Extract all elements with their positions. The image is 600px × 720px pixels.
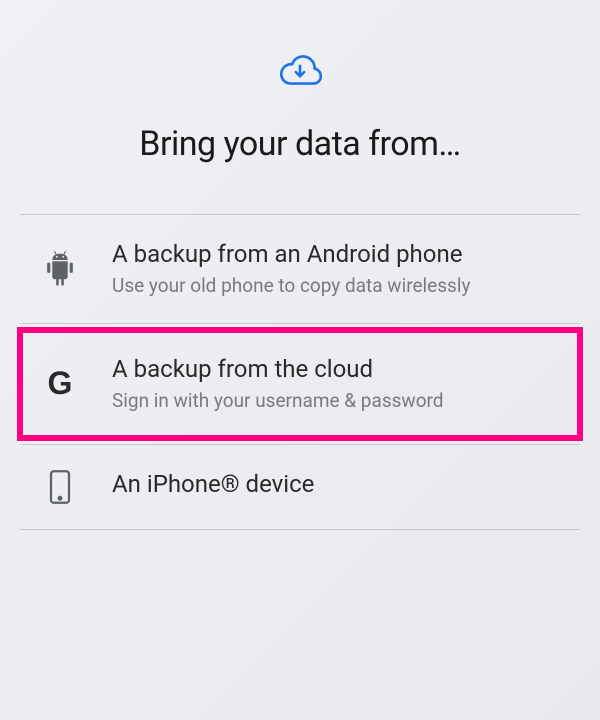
google-icon: G	[40, 365, 80, 402]
phone-icon	[40, 469, 80, 505]
option-cloud-backup[interactable]: G A backup from the cloud Sign in with y…	[20, 330, 580, 438]
option-cloud-subtitle: Sign in with your username & password	[112, 389, 560, 414]
option-iphone-title: An iPhone® device	[112, 469, 560, 500]
option-android-title: A backup from an Android phone	[112, 239, 560, 270]
option-android-subtitle: Use your old phone to copy data wireless…	[112, 274, 560, 299]
option-cloud-text: A backup from the cloud Sign in with you…	[112, 354, 560, 414]
option-iphone[interactable]: An iPhone® device	[20, 445, 580, 529]
android-icon	[40, 251, 80, 287]
option-android-text: A backup from an Android phone Use your …	[112, 239, 560, 299]
cloud-download-icon	[20, 50, 580, 94]
option-android-backup[interactable]: A backup from an Android phone Use your …	[20, 215, 580, 323]
divider	[20, 529, 580, 530]
option-iphone-text: An iPhone® device	[112, 469, 560, 504]
page-title: Bring your data from…	[20, 124, 580, 164]
divider	[20, 323, 580, 324]
option-cloud-title: A backup from the cloud	[112, 354, 560, 385]
